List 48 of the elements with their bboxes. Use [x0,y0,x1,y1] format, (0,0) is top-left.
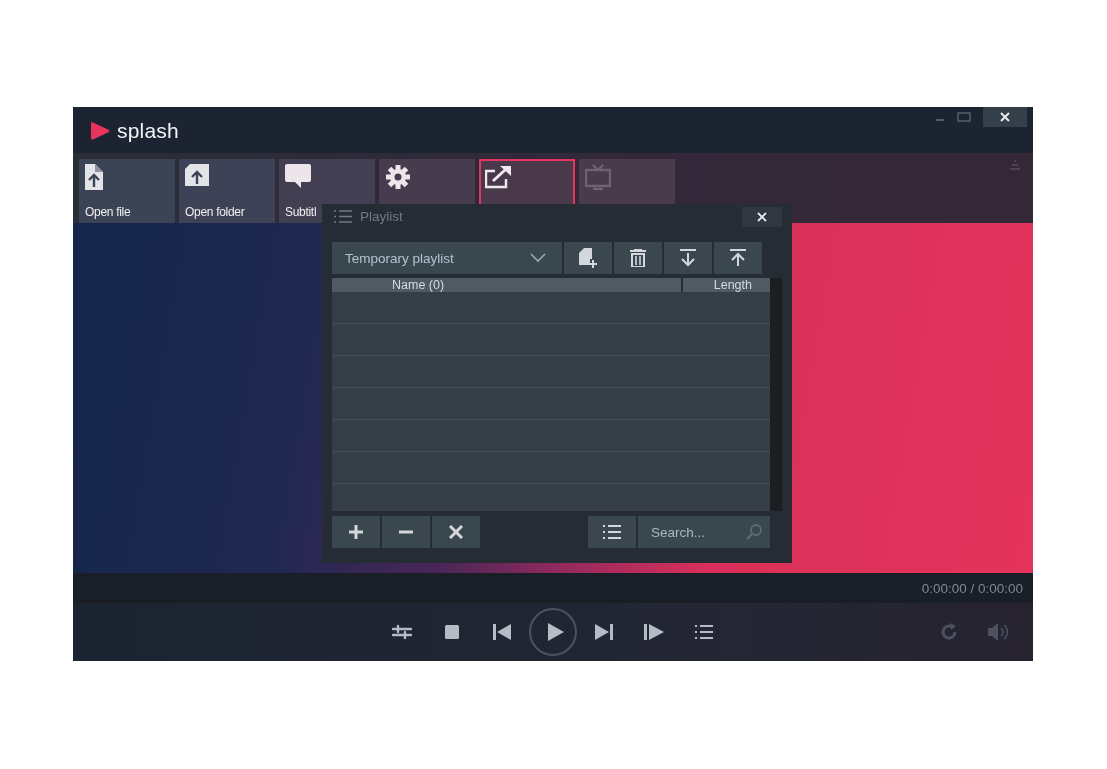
minimize-icon [936,119,944,121]
move-up-button[interactable] [714,242,762,274]
move-down-button[interactable] [664,242,712,274]
tv-icon [585,164,611,190]
maximize-icon [957,112,971,122]
play-button[interactable] [529,608,577,656]
close-icon [757,212,767,222]
app-logo-text: splash [117,119,179,143]
speech-bubble-icon [285,164,311,190]
new-playlist-button[interactable] [564,242,612,274]
delete-button[interactable] [614,242,662,274]
close-icon [999,111,1011,123]
share-arrow-icon [485,164,511,190]
minus-icon [399,530,413,534]
toolbar-button[interactable]: Open folder [179,159,275,223]
list-icon [695,625,713,639]
column-header[interactable]: Name (0) [332,278,681,292]
play-logo-icon [89,120,111,142]
plus-icon [349,525,363,539]
play-icon [546,623,564,641]
close-icon [449,525,463,539]
add-button[interactable] [332,516,380,548]
playlist-dropdown[interactable]: Temporary playlist [332,242,562,274]
chevron-down-icon [530,253,546,263]
repeat-icon [939,622,959,642]
clear-button[interactable] [432,516,480,548]
gear-icon [385,164,411,190]
list-view-button[interactable] [588,516,636,548]
search-field[interactable]: Search... [638,516,770,548]
column-header[interactable]: Length [683,278,770,292]
stop-icon [445,625,459,639]
close-button[interactable] [983,107,1027,127]
trash-icon [630,249,646,267]
arrow-up-icon [730,249,746,267]
list-icon [334,209,352,223]
close-button[interactable] [742,207,782,227]
list-icon [603,525,621,539]
search-icon [746,524,762,540]
sliders-icon [392,624,412,640]
skip-back-icon [493,624,511,640]
time-readout: 0:00:00 / 0:00:00 [921,580,1023,596]
skip-forward-icon [595,624,613,640]
new-file-icon [579,248,597,268]
toolbar-button[interactable]: Open file [79,159,175,223]
speaker-icon [987,622,1011,642]
arrow-down-icon [680,249,696,267]
remove-button[interactable] [382,516,430,548]
step-forward-icon [644,624,664,640]
